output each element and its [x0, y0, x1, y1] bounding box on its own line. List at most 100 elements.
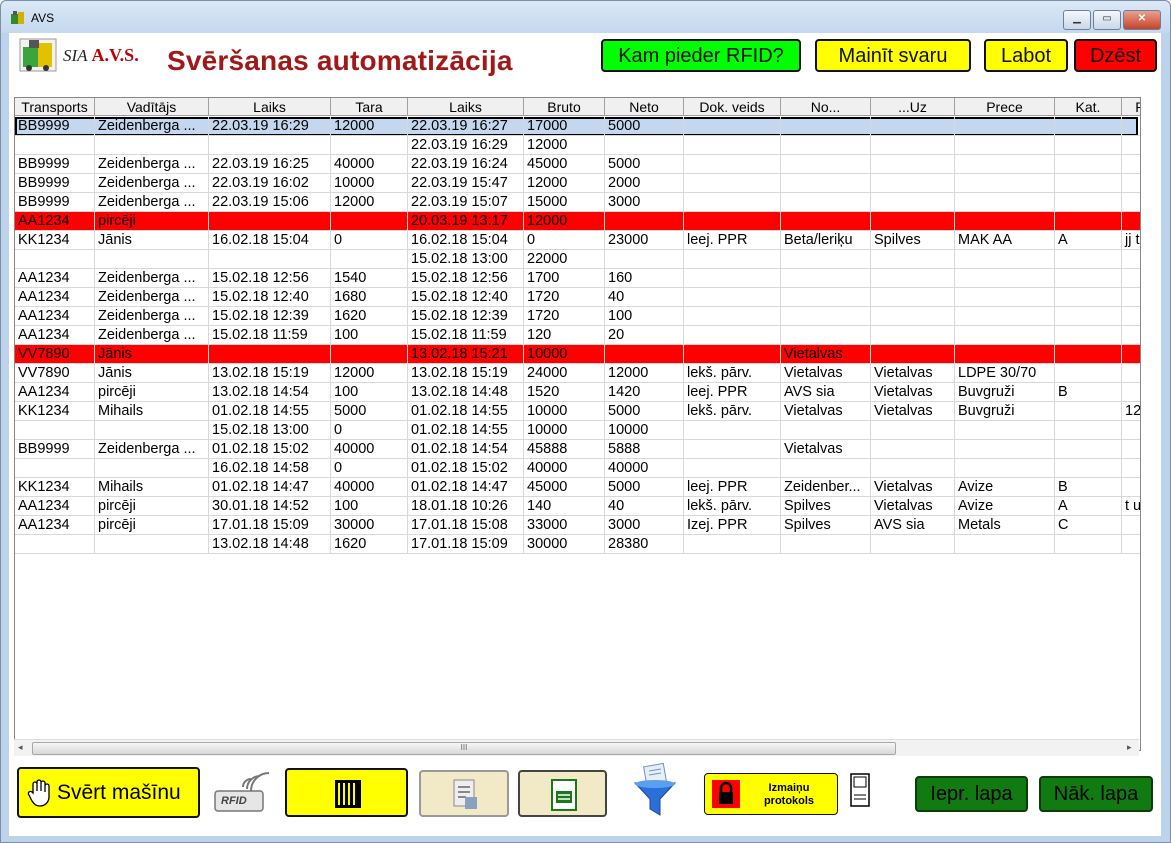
table-cell: 5000	[605, 478, 684, 497]
table-row[interactable]: 15.02.18 13:00 22000	[15, 250, 1140, 269]
table-cell: 15.02.18 12:39	[408, 307, 524, 326]
column-header[interactable]: Neto	[605, 98, 684, 116]
rfid-owner-button[interactable]: Kam pieder RFID?	[601, 39, 801, 72]
minimize-button[interactable]: ▁	[1063, 10, 1091, 30]
column-header[interactable]: Bruto	[524, 98, 605, 116]
table-cell	[605, 212, 684, 231]
maximize-icon: ▭	[1102, 13, 1112, 24]
table-row[interactable]: 15.02.18 13:00 0 01.02.18 14:55 10000 10000	[15, 421, 1140, 440]
table-row[interactable]: BB9999 Zeidenberga ... 22.03.19 15:06 12000…	[15, 193, 1140, 212]
table-row[interactable]: VV7890 Jānis 13.02.18 15:21 10000 Vietalvas	[15, 345, 1140, 364]
table-cell: Jānis	[95, 231, 209, 250]
table-cell: 22.03.19 15:06	[209, 193, 331, 212]
table-header: Transports Vadītājs Laiks Tara Laiks Bruto Net…	[15, 98, 1140, 116]
next-page-button[interactable]: Nāk. lapa	[1039, 776, 1153, 812]
table-row[interactable]: 13.02.18 14:48 1620 17.01.18 15:09 30000 283…	[15, 535, 1140, 554]
table-row[interactable]: KK1234 Mihails 01.02.18 14:55 5000 01.02.18 …	[15, 402, 1140, 421]
table-cell	[1055, 307, 1122, 326]
table-row[interactable]: BB9999 Zeidenberga ... 22.03.19 16:25 40000…	[15, 155, 1140, 174]
table-row[interactable]: 16.02.18 14:58 0 01.02.18 15:02 40000 40000	[15, 459, 1140, 478]
column-header[interactable]: Prece	[955, 98, 1055, 116]
close-button[interactable]: ✕	[1123, 10, 1161, 30]
table-cell: lekš. pārv.	[684, 497, 781, 516]
scrollbar-thumb[interactable]: III	[32, 742, 896, 755]
table-row[interactable]: BB9999 Zeidenberga ... 22.03.19 16:02 10000…	[15, 174, 1140, 193]
filter-icon[interactable]	[631, 763, 679, 819]
table-row[interactable]: AA1234 pircēji 30.01.18 14:52 100 18.01.18 1…	[15, 497, 1140, 516]
table-cell: 22.03.19 16:24	[408, 155, 524, 174]
close-icon: ✕	[1137, 13, 1147, 24]
table-cell: Spilves	[871, 231, 955, 250]
table-cell	[1055, 136, 1122, 155]
scroll-right-icon[interactable]: ▸	[1127, 742, 1132, 753]
column-header[interactable]: ...Uz	[871, 98, 955, 116]
table-cell: pircēji	[95, 516, 209, 535]
weighing-table[interactable]: Transports Vadītājs Laiks Tara Laiks Bruto Net…	[14, 97, 1141, 751]
table-cell: Spilves	[781, 497, 871, 516]
table-cell	[955, 174, 1055, 193]
column-header[interactable]: Laiks	[408, 98, 524, 116]
table-cell: 0	[524, 231, 605, 250]
table-row[interactable]: 22.03.19 16:29 12000	[15, 136, 1140, 155]
table-cell	[95, 459, 209, 478]
column-header[interactable]: Tara	[331, 98, 408, 116]
column-header[interactable]: Vadītājs	[95, 98, 209, 116]
table-cell: 16.02.18 15:04	[408, 231, 524, 250]
column-header[interactable]: Transports	[15, 98, 95, 116]
table-cell	[871, 440, 955, 459]
table-cell	[781, 117, 871, 136]
table-row[interactable]: AA1234 pircēji 13.02.18 14:54 100 13.02.18 1…	[15, 383, 1140, 402]
column-header[interactable]: Pi	[1122, 98, 1140, 116]
table-cell	[1055, 421, 1122, 440]
table-cell: 10000	[524, 402, 605, 421]
table-cell: 0	[331, 231, 408, 250]
table-cell: VV7890	[15, 345, 95, 364]
table-cell: 12000	[524, 212, 605, 231]
terminal-icon[interactable]	[849, 773, 871, 809]
table-cell: 15.02.18 11:59	[408, 326, 524, 345]
column-header[interactable]: Kat.	[1055, 98, 1122, 116]
reports-button[interactable]	[285, 768, 408, 817]
table-cell: 3000	[605, 516, 684, 535]
change-weight-button[interactable]: Mainīt svaru	[815, 39, 971, 72]
table-cell: 15.02.18 12:40	[209, 288, 331, 307]
table-cell	[1122, 193, 1140, 212]
prev-page-button[interactable]: Iepr. lapa	[915, 776, 1028, 812]
table-cell: 40	[605, 288, 684, 307]
table-row-selected[interactable]: BB9999 Zeidenberga ... 22.03.19 16:29 12000…	[15, 117, 1140, 136]
table-cell: AVS sia	[871, 516, 955, 535]
scroll-left-icon[interactable]: ◂	[18, 742, 23, 753]
column-header[interactable]: No...	[781, 98, 871, 116]
table-cell	[684, 250, 781, 269]
maximize-button[interactable]: ▭	[1093, 10, 1121, 30]
table-row[interactable]: AA1234 Zeidenberga ... 15.02.18 12:40 1680 1…	[15, 288, 1140, 307]
table-cell: Vietalvas	[871, 402, 955, 421]
table-cell	[1055, 288, 1122, 307]
export-button[interactable]	[518, 770, 607, 817]
document-button[interactable]	[419, 770, 509, 817]
table-row[interactable]: AA1234 Zeidenberga ... 15.02.18 11:59 100 15…	[15, 326, 1140, 345]
table-row[interactable]: AA1234 pircēji 20.03.19 13:17 12000	[15, 212, 1140, 231]
rfid-button[interactable]: RFID	[209, 767, 273, 817]
column-header[interactable]: Laiks	[209, 98, 331, 116]
table-row[interactable]: KK1234 Jānis 16.02.18 15:04 0 16.02.18 15:04…	[15, 231, 1140, 250]
column-header[interactable]: Dok. veids	[684, 98, 781, 116]
table-cell: 17.01.18 15:09	[209, 516, 331, 535]
table-row[interactable]: AA1234 Zeidenberga ... 15.02.18 12:39 1620 1…	[15, 307, 1140, 326]
table-cell: 20.03.19 13:17	[408, 212, 524, 231]
weigh-truck-button[interactable]: Svērt mašīnu	[17, 767, 200, 818]
table-cell: pircēji	[95, 212, 209, 231]
change-log-button[interactable]: Izmaiņu protokols	[704, 773, 838, 815]
table-row[interactable]: AA1234 pircēji 17.01.18 15:09 30000 17.01.18…	[15, 516, 1140, 535]
table-cell: BB9999	[15, 440, 95, 459]
table-row[interactable]: VV7890 Jānis 13.02.18 15:19 12000 13.02.18 1…	[15, 364, 1140, 383]
table-row[interactable]: KK1234 Mihails 01.02.18 14:47 40000 01.02.18…	[15, 478, 1140, 497]
table-row[interactable]: AA1234 Zeidenberga ... 15.02.18 12:56 1540 1…	[15, 269, 1140, 288]
table-cell	[684, 269, 781, 288]
table-cell: 5000	[605, 155, 684, 174]
horizontal-scrollbar[interactable]: ◂ III ▸	[14, 739, 1139, 756]
table-cell: 17.01.18 15:09	[408, 535, 524, 554]
edit-button[interactable]: Labot	[984, 39, 1068, 72]
delete-button[interactable]: Dzēst	[1074, 39, 1157, 72]
table-row[interactable]: BB9999 Zeidenberga ... 01.02.18 15:02 40000…	[15, 440, 1140, 459]
